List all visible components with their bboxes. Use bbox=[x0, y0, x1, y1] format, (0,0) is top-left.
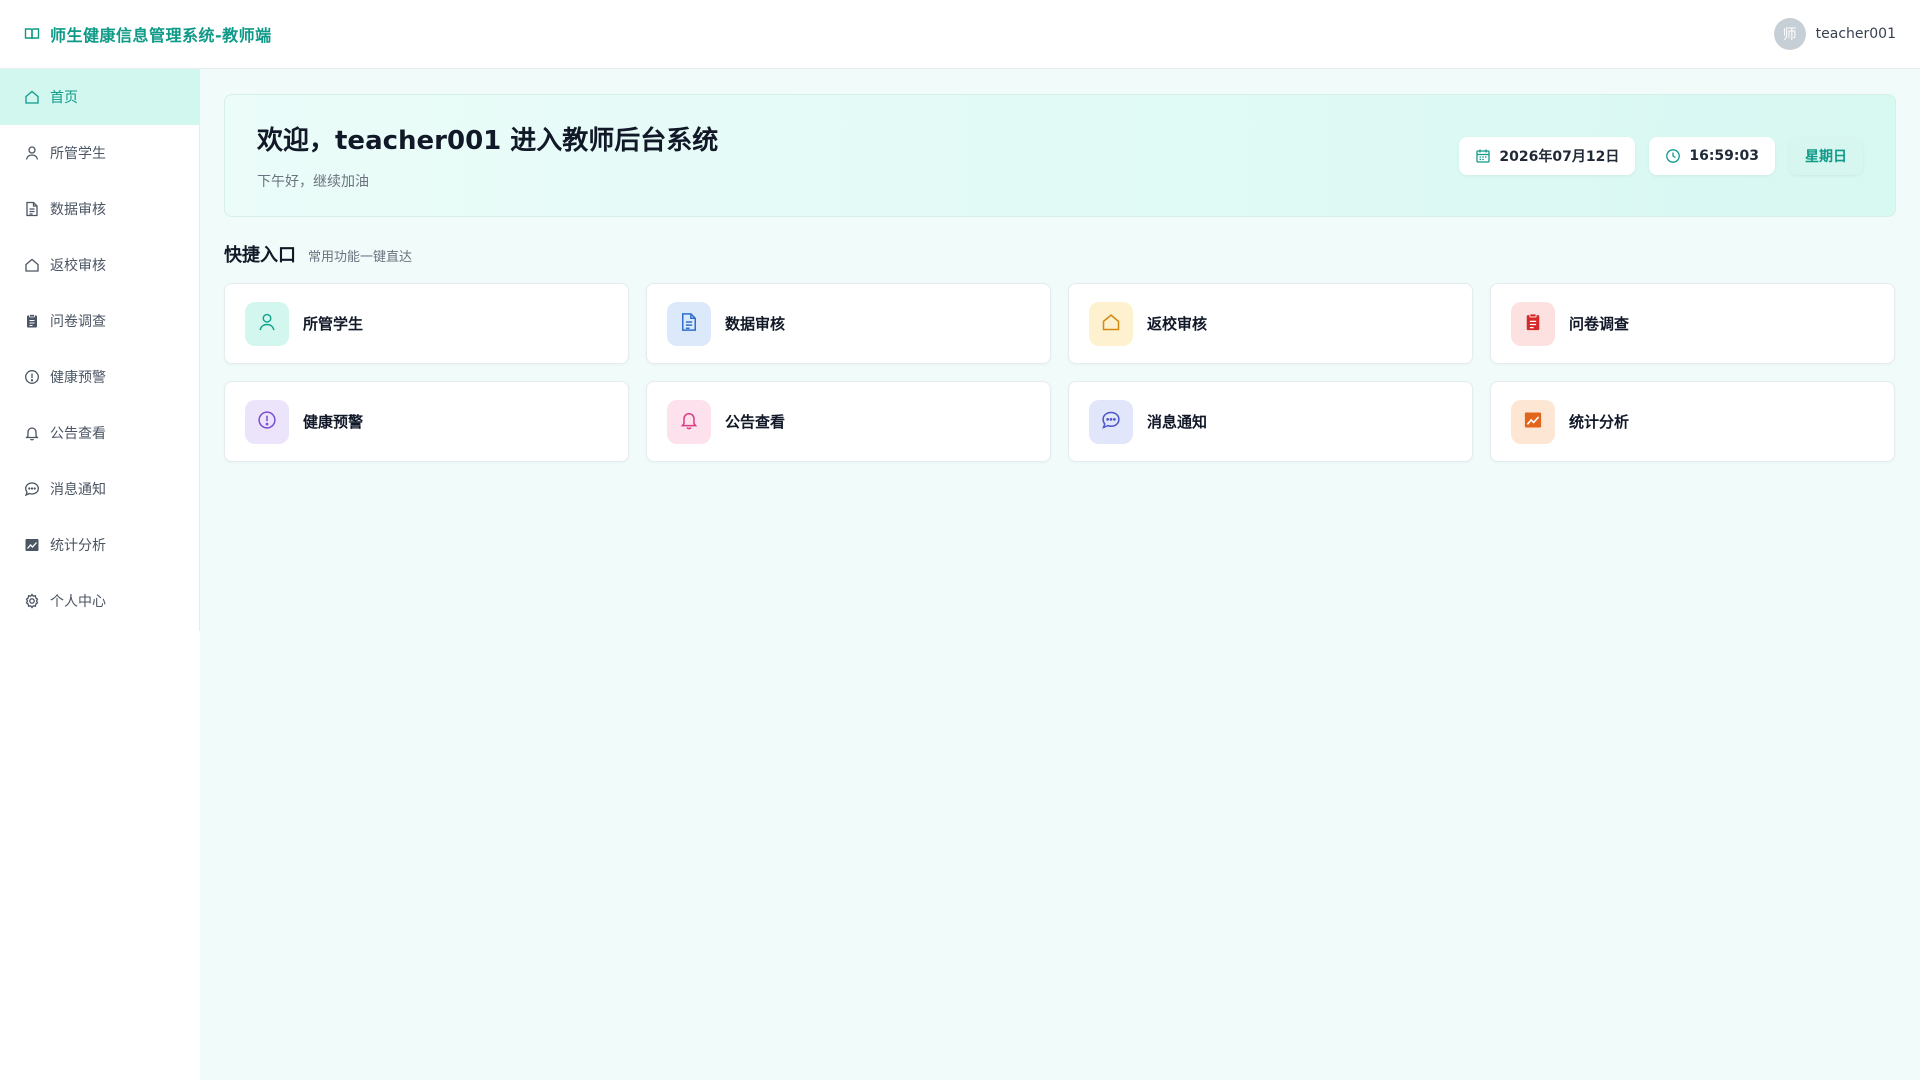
quick-card-return-review[interactable]: 返校审核 bbox=[1068, 283, 1473, 364]
welcome-subtitle: 下午好，继续加油 bbox=[257, 174, 369, 190]
quick-access-grid: 所管学生 数据审核 返校审核 问卷调查 健康预警 公告查看 消息通知 统计分析 bbox=[224, 283, 1896, 462]
top-header: 师生健康信息管理系统-教师端 师 teacher001 bbox=[0, 0, 1920, 69]
card-icon-badge bbox=[245, 399, 289, 444]
sidebar-item-statistics[interactable]: 统计分析 bbox=[0, 517, 199, 573]
card-label: 统计分析 bbox=[1569, 413, 1630, 431]
card-icon-badge bbox=[667, 301, 711, 346]
alert-icon bbox=[24, 369, 40, 385]
bell-icon bbox=[679, 410, 699, 434]
sidebar-item-health-alert[interactable]: 健康预警 bbox=[0, 349, 199, 405]
quick-card-survey[interactable]: 问卷调查 bbox=[1490, 283, 1895, 364]
book-open-icon bbox=[24, 26, 40, 42]
sidebar-bottom bbox=[0, 631, 200, 1080]
calendar-icon bbox=[1475, 148, 1491, 164]
time-badge: 16:59:03 bbox=[1649, 136, 1775, 175]
sidebar-item-return-review[interactable]: 返校审核 bbox=[0, 237, 199, 293]
card-label: 返校审核 bbox=[1147, 315, 1208, 333]
card-icon-badge bbox=[1089, 399, 1133, 444]
sidebar: 首页 所管学生 数据审核 返校审核 问卷调查 健康预警 公告查看 消息通知 统计… bbox=[0, 69, 200, 631]
time-text: 16:59:03 bbox=[1689, 147, 1759, 164]
username[interactable]: teacher001 bbox=[1816, 26, 1896, 42]
card-icon-badge bbox=[1511, 399, 1555, 444]
sidebar-item-profile[interactable]: 个人中心 bbox=[0, 573, 199, 629]
alert-icon bbox=[257, 410, 277, 434]
sidebar-item-label: 个人中心 bbox=[50, 594, 106, 610]
chat-icon bbox=[24, 481, 40, 497]
sidebar-item-label: 消息通知 bbox=[50, 482, 106, 498]
brand[interactable]: 师生健康信息管理系统-教师端 bbox=[24, 22, 272, 46]
clipboard-icon bbox=[24, 313, 40, 329]
card-label: 问卷调查 bbox=[1569, 315, 1630, 333]
welcome-title: 欢迎，teacher001 进入教师后台系统 bbox=[257, 126, 719, 156]
quick-access-title: 快捷入口 bbox=[224, 245, 296, 266]
chat-icon bbox=[1101, 410, 1121, 434]
date-text: 2026年07月12日 bbox=[1499, 148, 1620, 165]
weekday-badge: 星期日 bbox=[1789, 136, 1863, 175]
sidebar-item-label: 健康预警 bbox=[50, 370, 106, 386]
home-outline-icon bbox=[1101, 312, 1121, 336]
card-label: 数据审核 bbox=[725, 315, 786, 333]
quick-access-header: 快捷入口 常用功能一键直达 bbox=[224, 241, 1896, 267]
chart-icon bbox=[1523, 410, 1543, 434]
bell-icon bbox=[24, 425, 40, 441]
home-icon bbox=[24, 89, 40, 105]
app-title: 师生健康信息管理系统-教师端 bbox=[50, 26, 272, 45]
quick-card-data-review[interactable]: 数据审核 bbox=[646, 283, 1051, 364]
user-icon bbox=[257, 312, 277, 336]
sidebar-item-label: 公告查看 bbox=[50, 426, 106, 442]
user-icon bbox=[24, 145, 40, 161]
card-label: 所管学生 bbox=[303, 315, 364, 333]
quick-card-statistics[interactable]: 统计分析 bbox=[1490, 381, 1895, 462]
gear-icon bbox=[24, 593, 40, 609]
chart-icon bbox=[24, 537, 40, 553]
sidebar-item-survey[interactable]: 问卷调查 bbox=[0, 293, 199, 349]
sidebar-item-label: 返校审核 bbox=[50, 258, 106, 274]
weekday-text: 星期日 bbox=[1805, 148, 1847, 165]
document-icon bbox=[679, 312, 699, 336]
quick-card-messages[interactable]: 消息通知 bbox=[1068, 381, 1473, 462]
sidebar-item-home[interactable]: 首页 bbox=[0, 69, 199, 125]
sidebar-item-data-review[interactable]: 数据审核 bbox=[0, 181, 199, 237]
sidebar-item-students[interactable]: 所管学生 bbox=[0, 125, 199, 181]
sidebar-item-messages[interactable]: 消息通知 bbox=[0, 461, 199, 517]
welcome-banner: 欢迎，teacher001 进入教师后台系统 下午好，继续加油 2026年07月… bbox=[224, 94, 1896, 217]
date-badge: 2026年07月12日 bbox=[1459, 136, 1636, 175]
card-icon-badge bbox=[1511, 301, 1555, 346]
avatar[interactable]: 师 bbox=[1773, 18, 1806, 50]
card-label: 公告查看 bbox=[725, 413, 786, 431]
card-label: 健康预警 bbox=[303, 413, 364, 431]
card-icon-badge bbox=[1089, 301, 1133, 346]
sidebar-item-announcements[interactable]: 公告查看 bbox=[0, 405, 199, 461]
main-content: 欢迎，teacher001 进入教师后台系统 下午好，继续加油 2026年07月… bbox=[200, 69, 1920, 1080]
card-icon-badge bbox=[245, 301, 289, 346]
clock-icon bbox=[1665, 148, 1681, 164]
card-icon-badge bbox=[667, 399, 711, 444]
sidebar-item-label: 首页 bbox=[50, 90, 78, 106]
quick-card-health-alert[interactable]: 健康预警 bbox=[224, 381, 629, 462]
quick-card-students[interactable]: 所管学生 bbox=[224, 283, 629, 364]
sidebar-item-label: 统计分析 bbox=[50, 538, 106, 554]
sidebar-item-label: 数据审核 bbox=[50, 202, 106, 218]
clipboard-icon bbox=[1523, 312, 1543, 336]
sidebar-item-label: 问卷调查 bbox=[50, 314, 106, 330]
sidebar-item-label: 所管学生 bbox=[50, 146, 106, 162]
quick-card-announcements[interactable]: 公告查看 bbox=[646, 381, 1051, 462]
home-outline-icon bbox=[24, 257, 40, 273]
quick-access-subtitle: 常用功能一键直达 bbox=[308, 250, 413, 265]
document-icon bbox=[24, 201, 40, 217]
user-menu[interactable]: 师 teacher001 bbox=[1773, 18, 1896, 50]
card-label: 消息通知 bbox=[1147, 413, 1208, 431]
